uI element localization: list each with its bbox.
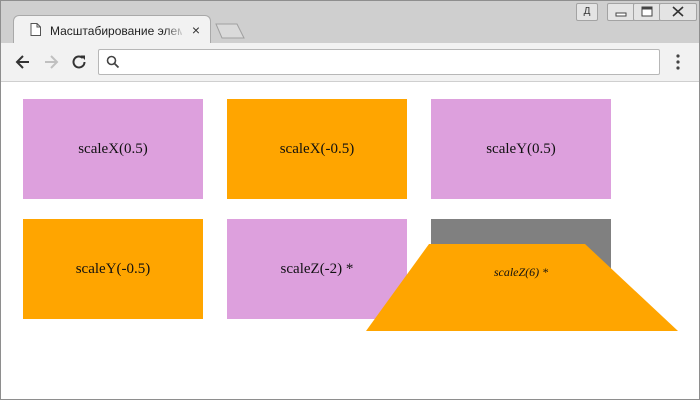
box-scalex-half: scaleX(0.5) xyxy=(23,99,203,199)
window-close-button[interactable] xyxy=(659,3,697,21)
forward-arrow-icon[interactable] xyxy=(41,52,61,72)
maximize-button[interactable] xyxy=(633,3,661,21)
back-arrow-icon[interactable] xyxy=(13,52,33,72)
more-menu-icon[interactable] xyxy=(671,52,685,72)
active-tab[interactable]: Масштабирование элемен × xyxy=(13,15,211,44)
box-scalex-negative-half: scaleX(-0.5) xyxy=(227,99,407,199)
tab-title-fade xyxy=(164,22,186,40)
box-label: scaleY(0.5) xyxy=(486,140,556,157)
document-icon xyxy=(30,23,41,36)
new-tab-button[interactable] xyxy=(215,23,245,39)
address-bar[interactable] xyxy=(98,49,660,75)
tab-close-icon[interactable]: × xyxy=(189,22,203,38)
browser-toolbar xyxy=(1,43,699,82)
reload-icon[interactable] xyxy=(69,52,89,72)
box-label: scaleZ(6) * xyxy=(493,265,549,279)
box-label: scaleY(-0.5) xyxy=(75,260,151,277)
box-scaley-half: scaleY(0.5) xyxy=(431,99,611,199)
close-icon xyxy=(672,6,684,17)
title-bar: Масштабирование элемен × Д xyxy=(1,1,699,44)
search-icon xyxy=(106,55,120,69)
perspective-trapezoid xyxy=(366,244,678,331)
address-input[interactable] xyxy=(125,52,654,72)
box-label: scaleZ(-2) * xyxy=(280,260,354,277)
page-content: scaleX(0.5) scaleX(-0.5) scaleY(0.5) sca… xyxy=(1,82,699,399)
box-scaley-negative-half: scaleY(-0.5) xyxy=(23,219,203,319)
box-label: scaleX(-0.5) xyxy=(279,140,355,157)
minimize-button[interactable] xyxy=(607,3,635,21)
box-label: scaleX(0.5) xyxy=(78,140,148,157)
tab-title: Масштабирование элемен xyxy=(50,24,182,38)
user-profile-button[interactable]: Д xyxy=(576,3,598,21)
minimize-icon xyxy=(615,12,627,17)
maximize-icon xyxy=(641,6,653,17)
browser-window: Масштабирование элемен × Д xyxy=(0,0,700,400)
